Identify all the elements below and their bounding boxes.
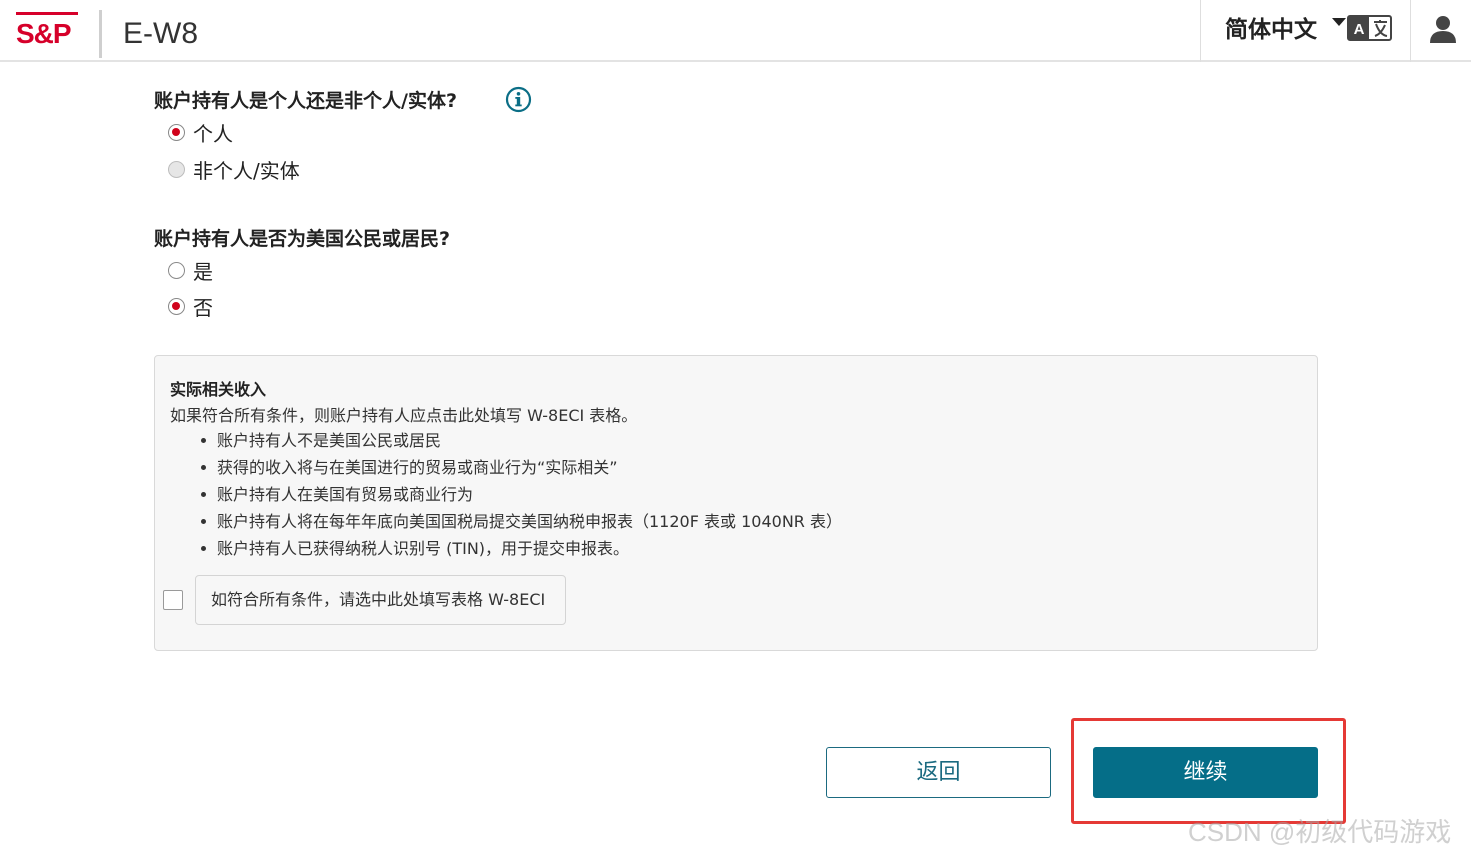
radio-button-checked[interactable] <box>168 297 185 315</box>
translate-icon: A <box>1347 15 1392 41</box>
list-item: 获得的收入将与在美国进行的贸易或商业行为“实际相关” <box>195 454 842 481</box>
radio-entity[interactable]: 非个人/实体 <box>168 155 300 183</box>
svg-text:A: A <box>1354 21 1365 38</box>
radio-label-individual: 个人 <box>193 121 233 146</box>
sp-logo[interactable]: S&P <box>16 12 80 52</box>
radio-button-disabled[interactable] <box>168 160 185 178</box>
eci-info-panel: 实际相关收入 如果符合所有条件，则账户持有人应点击此处填写 W-8ECI 表格。… <box>154 355 1318 651</box>
language-selector[interactable]: 简体中文 A <box>1200 0 1411 62</box>
list-item: 账户持有人不是美国公民或居民 <box>195 427 842 454</box>
panel-title: 实际相关收入 <box>170 380 267 399</box>
user-icon[interactable] <box>1428 14 1458 44</box>
eci-checkbox-label[interactable]: 如符合所有条件，请选中此处填写表格 W-8ECI <box>195 575 566 625</box>
logo-bar <box>16 12 78 15</box>
header-divider <box>99 10 102 58</box>
radio-label-yes: 是 <box>193 259 213 284</box>
radio-individual[interactable]: 个人 <box>168 118 233 146</box>
eci-checkbox[interactable] <box>163 590 183 610</box>
radio-button-unchecked[interactable] <box>168 261 185 279</box>
app-title: E-W8 <box>123 17 198 50</box>
q2-title: 账户持有人是否为美国公民或居民? <box>154 228 451 250</box>
language-label: 简体中文 <box>1225 17 1317 43</box>
list-item: 账户持有人已获得纳税人识别号 (TIN)，用于提交申报表。 <box>195 535 842 562</box>
watermark: CSDN @初级代码游戏 <box>1188 817 1452 847</box>
radio-no[interactable]: 否 <box>168 292 213 320</box>
radio-label-entity: 非个人/实体 <box>193 158 300 183</box>
list-item: 账户持有人在美国有贸易或商业行为 <box>195 481 842 508</box>
radio-button-checked[interactable] <box>168 123 185 141</box>
panel-description: 如果符合所有条件，则账户持有人应点击此处填写 W-8ECI 表格。 <box>170 406 638 425</box>
continue-button[interactable]: 继续 <box>1093 747 1318 798</box>
top-header: S&P E-W8 简体中文 A <box>0 0 1471 62</box>
logo-text: S&P <box>16 18 72 49</box>
info-icon[interactable] <box>505 86 532 113</box>
list-item: 账户持有人将在每年年底向美国国税局提交美国纳税申报表（1120F 表或 1040… <box>195 508 842 535</box>
radio-yes[interactable]: 是 <box>168 256 213 284</box>
radio-label-no: 否 <box>193 295 213 320</box>
q1-title: 账户持有人是个人还是非个人/实体? <box>154 90 457 112</box>
conditions-list: 账户持有人不是美国公民或居民 获得的收入将与在美国进行的贸易或商业行为“实际相关… <box>195 427 842 562</box>
caret-down-icon <box>1332 18 1346 26</box>
back-button[interactable]: 返回 <box>826 747 1051 798</box>
